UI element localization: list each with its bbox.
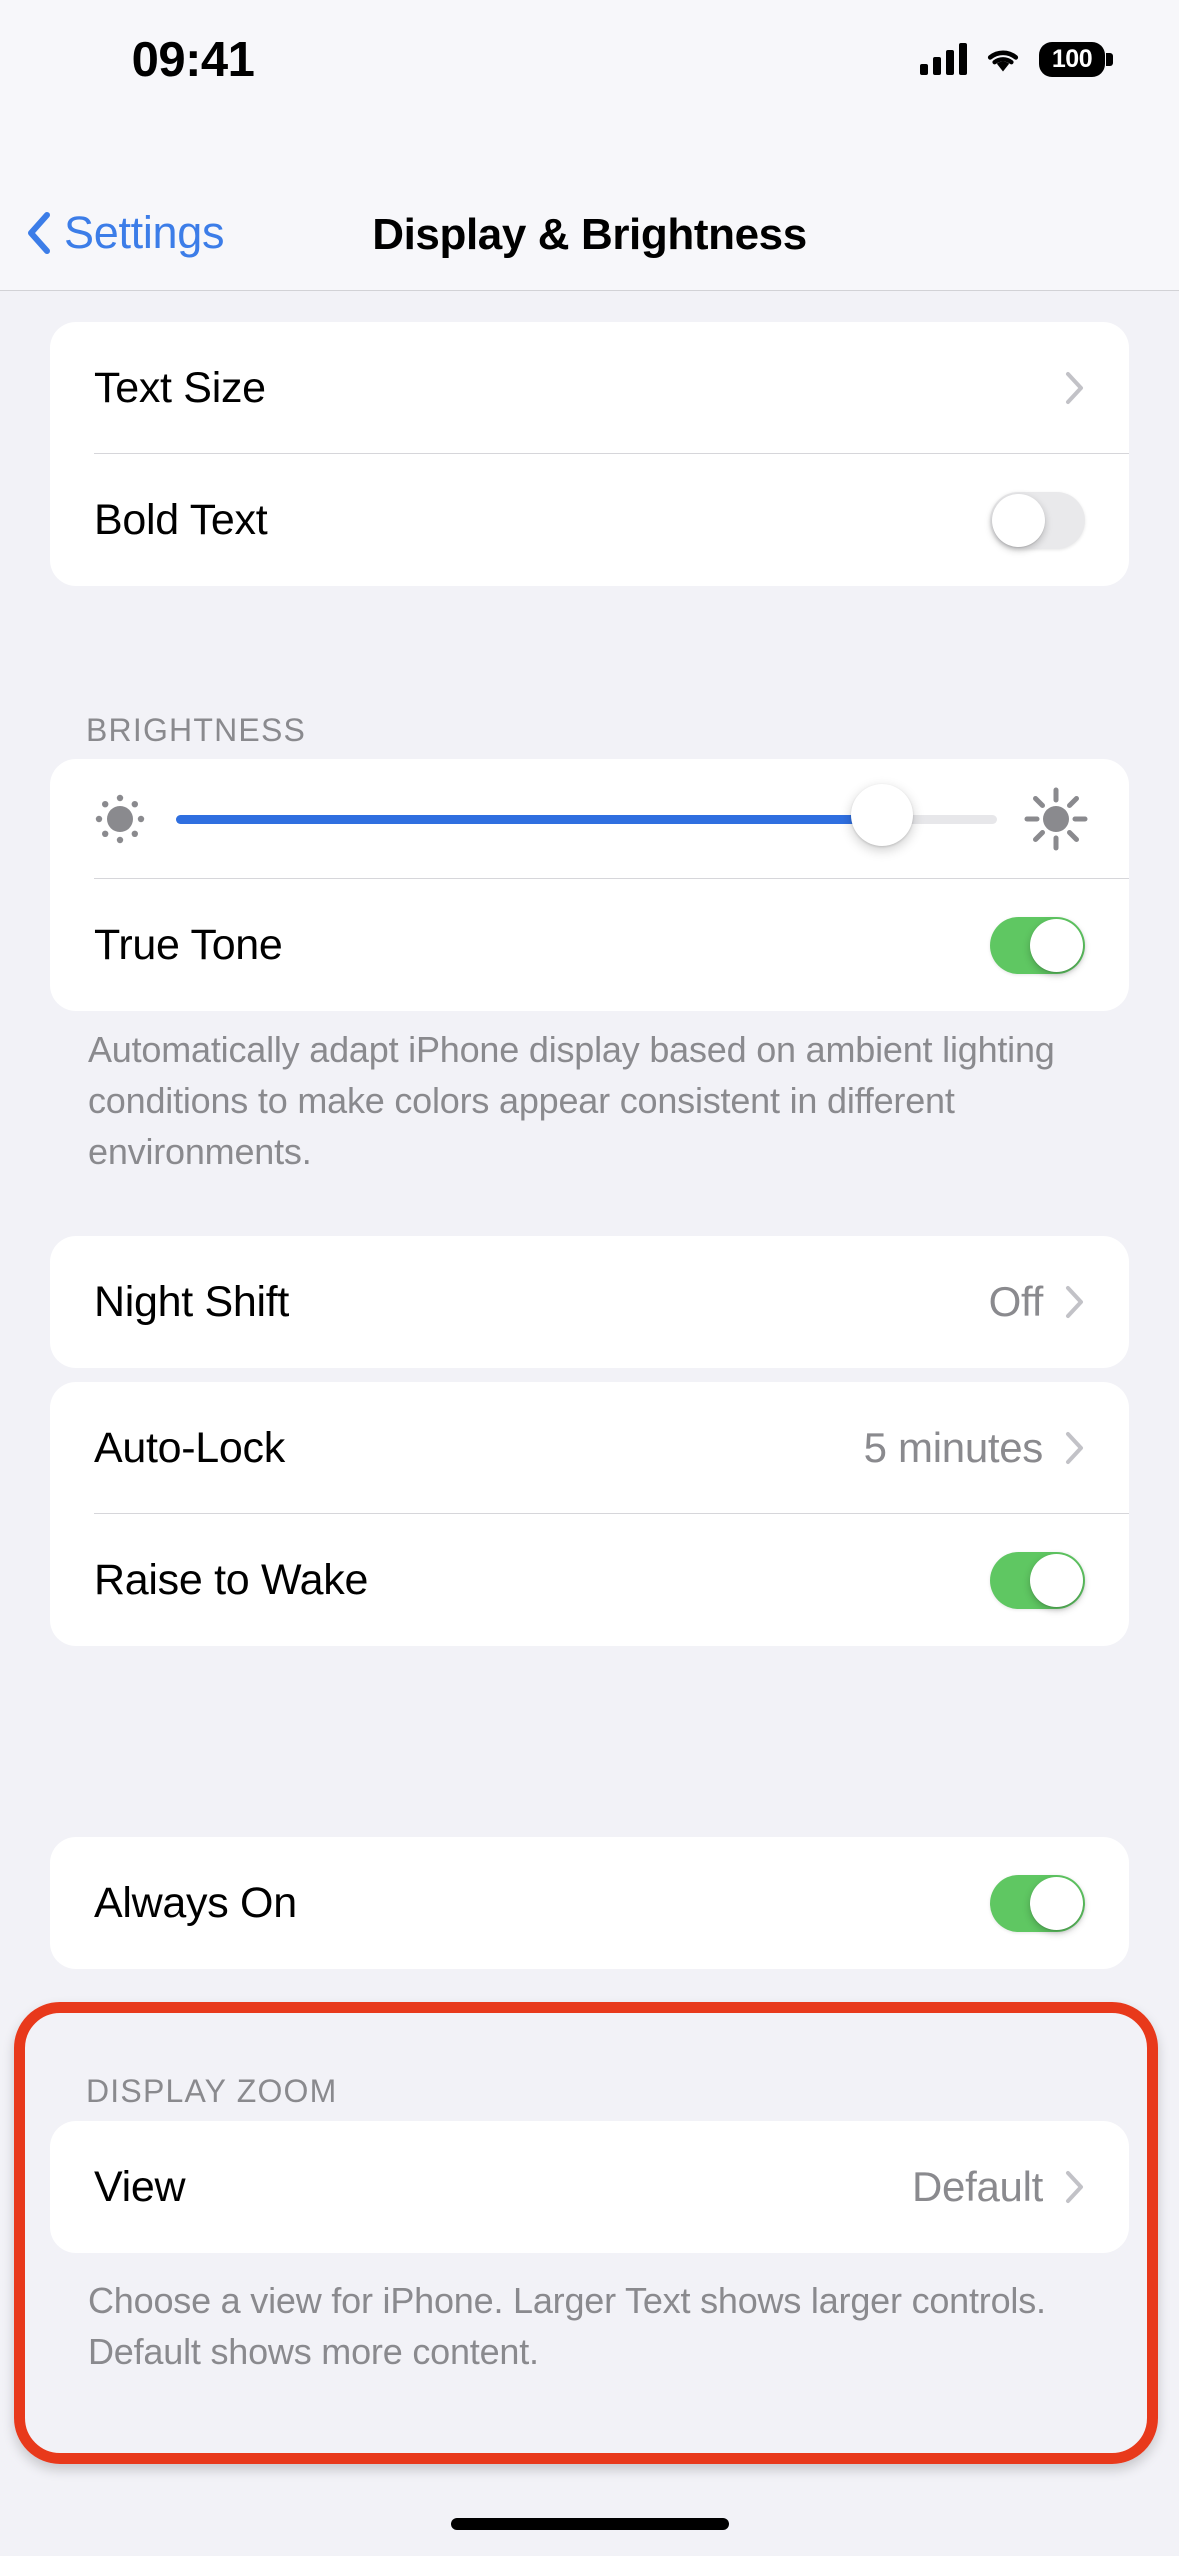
page-title: Display & Brightness bbox=[372, 210, 807, 259]
bold-text-label: Bold Text bbox=[94, 495, 268, 544]
navigation-bar: Settings Display & Brightness bbox=[0, 175, 1179, 291]
toggle-knob bbox=[1030, 1553, 1083, 1607]
true-tone-label: True Tone bbox=[94, 920, 283, 969]
brightness-card: True Tone bbox=[50, 759, 1129, 1011]
view-value: Default bbox=[912, 2163, 1043, 2210]
true-tone-footer-note: Automatically adapt iPhone display based… bbox=[88, 1029, 1055, 1172]
brightness-slider[interactable] bbox=[176, 784, 997, 846]
row-auto-lock[interactable]: Auto-Lock 5 minutes bbox=[50, 1382, 1129, 1514]
battery-tip bbox=[1106, 52, 1113, 66]
slider-knob[interactable] bbox=[851, 784, 914, 846]
cellular-bars-icon bbox=[920, 43, 967, 75]
auto-lock-label: Auto-Lock bbox=[94, 1423, 285, 1472]
home-indicator[interactable] bbox=[450, 2518, 729, 2530]
toggle-knob bbox=[992, 493, 1045, 547]
slider-fill bbox=[176, 815, 883, 824]
status-bar-indicators: 100 bbox=[920, 36, 1113, 82]
row-night-shift[interactable]: Night Shift Off bbox=[50, 1236, 1129, 1368]
always-on-card: Always On bbox=[50, 1837, 1129, 1969]
brightness-section-header: BRIGHTNESS bbox=[86, 712, 307, 748]
true-tone-toggle[interactable] bbox=[990, 916, 1085, 974]
row-view[interactable]: View Default bbox=[50, 2121, 1129, 2253]
chevron-right-icon bbox=[1066, 2171, 1083, 2203]
battery-percent-label: 100 bbox=[1051, 44, 1093, 73]
battery-icon: 100 bbox=[1039, 41, 1113, 77]
wifi-icon bbox=[987, 50, 1019, 72]
toggle-knob bbox=[1030, 918, 1083, 972]
display-zoom-footer-note: Choose a view for iPhone. Larger Text sh… bbox=[88, 2280, 1046, 2372]
display-zoom-section-header: DISPLAY ZOOM bbox=[86, 2073, 338, 2109]
text-settings-card: Text Size Bold Text bbox=[50, 322, 1129, 586]
night-shift-label: Night Shift bbox=[94, 1277, 290, 1326]
auto-lock-value: 5 minutes bbox=[863, 1424, 1044, 1471]
brightness-slider-row[interactable] bbox=[50, 759, 1129, 879]
always-on-label: Always On bbox=[94, 1878, 297, 1927]
always-on-toggle[interactable] bbox=[990, 1874, 1085, 1932]
iphone-screen: 09:41 100 Settings Display & Brightness bbox=[0, 0, 1179, 2556]
night-shift-value: Off bbox=[988, 1278, 1044, 1325]
night-shift-card: Night Shift Off bbox=[50, 1236, 1129, 1368]
row-true-tone[interactable]: True Tone bbox=[50, 879, 1129, 1011]
chevron-right-icon bbox=[1066, 1286, 1083, 1318]
row-bold-text[interactable]: Bold Text bbox=[50, 454, 1129, 586]
display-zoom-card: View Default bbox=[50, 2121, 1129, 2253]
text-size-label: Text Size bbox=[94, 363, 266, 412]
raise-to-wake-toggle[interactable] bbox=[990, 1551, 1085, 1609]
chevron-right-icon bbox=[1066, 372, 1083, 404]
sun-min-icon bbox=[95, 794, 145, 844]
sun-max-icon bbox=[1024, 787, 1088, 851]
status-bar: 09:41 100 bbox=[0, 0, 1179, 175]
status-bar-time: 09:41 bbox=[131, 33, 255, 87]
bold-text-toggle[interactable] bbox=[990, 491, 1085, 549]
row-always-on[interactable]: Always On bbox=[50, 1837, 1129, 1969]
row-text-size[interactable]: Text Size bbox=[50, 322, 1129, 454]
lock-settings-card: Auto-Lock 5 minutes Raise to Wake bbox=[50, 1382, 1129, 1646]
row-raise-to-wake[interactable]: Raise to Wake bbox=[50, 1514, 1129, 1646]
chevron-right-icon bbox=[1066, 1432, 1083, 1464]
view-label: View bbox=[94, 2162, 186, 2211]
toggle-knob bbox=[1030, 1876, 1083, 1930]
raise-to-wake-label: Raise to Wake bbox=[94, 1555, 369, 1604]
